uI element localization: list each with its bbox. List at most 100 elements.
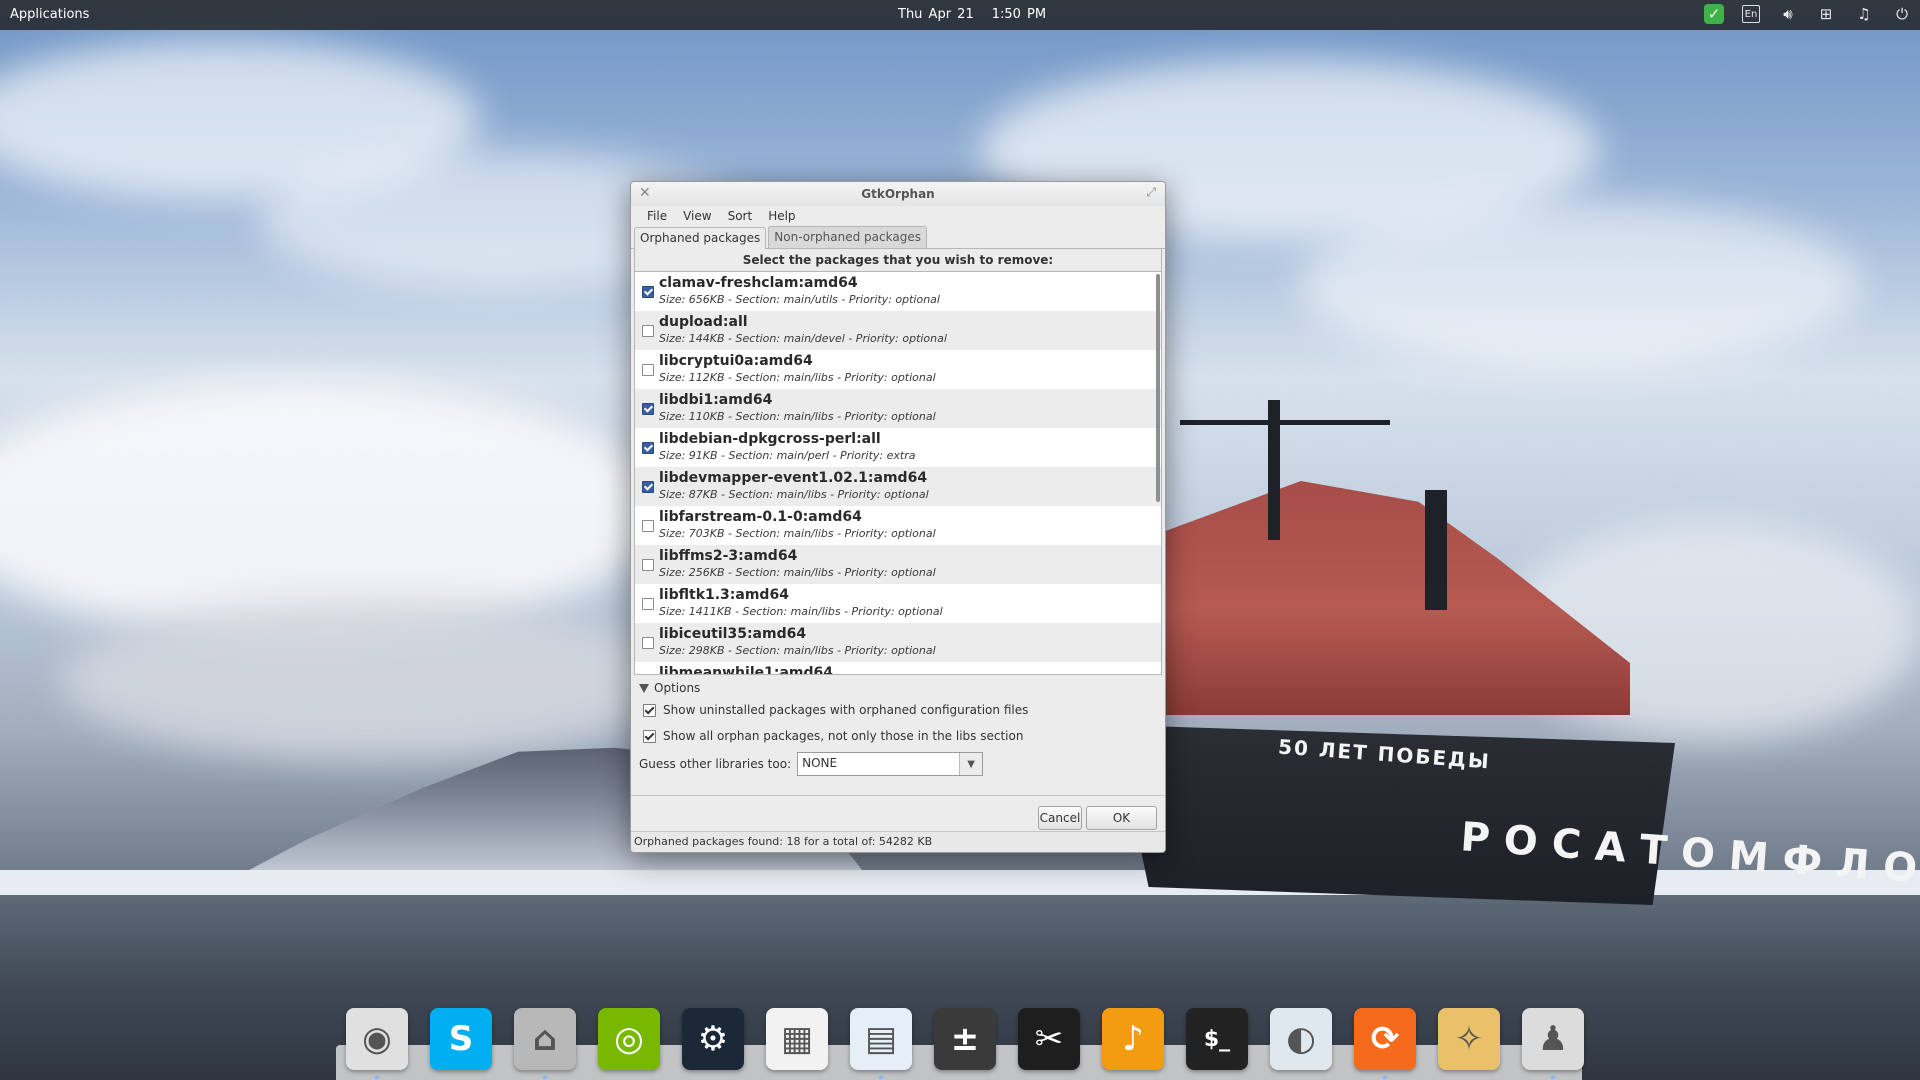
calculator-icon[interactable]: ± xyxy=(934,1008,996,1070)
package-checkbox[interactable] xyxy=(642,403,654,415)
show-all-orphans-checkbox[interactable]: Show all orphan packages, not only those… xyxy=(639,723,1157,749)
package-checkbox[interactable] xyxy=(642,325,654,337)
terminal-icon[interactable]: $_ xyxy=(1186,1008,1248,1070)
running-indicator xyxy=(1383,1076,1387,1079)
chevron-down-icon[interactable]: ▼ xyxy=(959,753,983,775)
table-row[interactable]: libdebian-dpkgcross-perl:all Size: 91KB -… xyxy=(635,428,1161,467)
package-checkbox[interactable] xyxy=(642,442,654,454)
panel-clock[interactable]: Thu Apr 21 1:50 PM xyxy=(898,7,1064,22)
running-indicator xyxy=(879,1076,883,1079)
cancel-button[interactable]: Cancel xyxy=(1038,806,1082,830)
package-list[interactable]: clamav-freshclam:amd64 Size: 656KB - Sect… xyxy=(635,272,1161,674)
table-row[interactable]: libffms2-3:amd64 Size: 256KB - Section: m… xyxy=(635,545,1161,584)
switchboard-icon[interactable]: ◐ xyxy=(1270,1008,1332,1070)
table-row[interactable]: dupload:all Size: 144KB - Section: main/d… xyxy=(635,311,1161,350)
package-name: libiceutil35:amd64 xyxy=(659,626,807,642)
screenshot-icon[interactable]: ✂ xyxy=(1018,1008,1080,1070)
image-viewer-icon[interactable]: ▤ xyxy=(850,1008,912,1070)
package-description: Size: 298KB - Section: main/libs - Prior… xyxy=(659,644,936,657)
panel-date: Thu Apr 21 xyxy=(898,7,974,22)
package-name: libffms2-3:amd64 xyxy=(659,548,798,564)
show-uninstalled-label: Show uninstalled packages with orphaned … xyxy=(663,703,1029,717)
package-checkbox[interactable] xyxy=(642,481,654,493)
package-description: Size: 656KB - Section: main/utils - Prio… xyxy=(659,293,940,306)
options-label: Options xyxy=(654,681,701,695)
package-name: clamav-freshclam:amd64 xyxy=(659,275,858,291)
ok-button[interactable]: OK xyxy=(1086,806,1157,830)
package-checkbox[interactable] xyxy=(642,559,654,571)
check-icon[interactable]: ✓ xyxy=(1704,4,1724,24)
music-icon[interactable]: ♪ xyxy=(1102,1008,1164,1070)
guess-libraries-dropdown[interactable]: NONE ▼ xyxy=(797,752,984,776)
menu-file[interactable]: File xyxy=(639,206,675,226)
steam-icon[interactable]: ⚙ xyxy=(682,1008,744,1070)
skype-icon[interactable]: S xyxy=(430,1008,492,1070)
panel-time: 1:50 PM xyxy=(991,7,1047,22)
system-tray: ✓ En 🔊︎ ⊞ ♫︎ ⏻︎ xyxy=(1704,4,1912,24)
status-bar: Orphaned packages found: 18 for a total … xyxy=(631,831,1165,852)
calendar-icon[interactable]: ▦ xyxy=(766,1008,828,1070)
dropdown-value: NONE xyxy=(802,756,838,770)
dock: ◉ S ⌂ ◎ ⚙ ▦ ▤ ± ✂ ♪ $_ ◐ ⟳ ✧ ♟ xyxy=(336,1000,1584,1080)
package-description: Size: 110KB - Section: main/libs - Prior… xyxy=(659,410,936,423)
list-scrollbar[interactable] xyxy=(1156,274,1160,502)
keyboard-layout-indicator[interactable]: En xyxy=(1742,5,1760,23)
show-uninstalled-checkbox[interactable]: Show uninstalled packages with orphaned … xyxy=(639,697,1157,723)
files-icon[interactable]: ⌂ xyxy=(514,1008,576,1070)
network-icon[interactable]: ⊞ xyxy=(1816,4,1836,24)
gtkorphan-window: ✕ GtkOrphan ⤢ File View Sort Help Orphan… xyxy=(630,181,1166,853)
table-row[interactable]: libcryptui0a:amd64 Size: 112KB - Section:… xyxy=(635,350,1161,389)
tab-orphaned-packages[interactable]: Orphaned packages xyxy=(634,227,767,249)
menu-view[interactable]: View xyxy=(675,206,719,226)
updater-icon[interactable]: ⟳ xyxy=(1354,1008,1416,1070)
cleaner-icon[interactable]: ✧ xyxy=(1438,1008,1500,1070)
package-name: libcryptui0a:amd64 xyxy=(659,353,813,369)
button-area: Cancel OK xyxy=(631,795,1165,830)
close-icon[interactable]: ✕ xyxy=(639,185,651,201)
package-checkbox[interactable] xyxy=(642,598,654,610)
top-panel: Applications Thu Apr 21 1:50 PM ✓ En 🔊︎ ⊞… xyxy=(0,0,1920,30)
show-all-label: Show all orphan packages, not only those… xyxy=(663,729,1024,743)
package-checkbox[interactable] xyxy=(642,364,654,376)
package-name: libfarstream-0.1-0:amd64 xyxy=(659,509,862,525)
table-row[interactable]: libdevmapper-event1.02.1:amd64 Size: 87KB… xyxy=(635,467,1161,506)
gtkorphan-icon[interactable]: ♟ xyxy=(1522,1008,1584,1070)
running-indicator xyxy=(543,1076,547,1079)
package-checkbox[interactable] xyxy=(642,637,654,649)
package-description: Size: 87KB - Section: main/libs - Priori… xyxy=(659,488,929,501)
checkbox[interactable] xyxy=(643,729,656,743)
applications-menu[interactable]: Applications xyxy=(10,7,89,22)
checkbox[interactable] xyxy=(643,703,656,717)
menu-sort[interactable]: Sort xyxy=(720,206,761,226)
guess-libraries-row: Guess other libraries too: NONE ▼ xyxy=(639,749,1157,779)
package-name: dupload:all xyxy=(659,314,748,330)
tab-non-orphaned-packages[interactable]: Non-orphaned packages xyxy=(768,226,927,248)
maximize-icon[interactable]: ⤢ xyxy=(1146,185,1156,200)
package-checkbox[interactable] xyxy=(642,286,654,298)
package-description: Size: 91KB - Section: main/perl - Priori… xyxy=(659,449,916,462)
table-row[interactable]: libfltk1.3:amd64 Size: 1411KB - Section: … xyxy=(635,584,1161,623)
table-row[interactable]: clamav-freshclam:amd64 Size: 656KB - Sect… xyxy=(635,272,1161,311)
power-icon[interactable]: ⏻︎ xyxy=(1892,4,1912,24)
running-indicator xyxy=(1551,1076,1555,1079)
nvidia-icon[interactable]: ◎ xyxy=(598,1008,660,1070)
table-row[interactable]: libmeanwhile1:amd64 xyxy=(635,662,1161,674)
list-header: Select the packages that you wish to rem… xyxy=(635,249,1161,272)
package-name: libdevmapper-event1.02.1:amd64 xyxy=(659,470,928,486)
running-indicator xyxy=(375,1076,379,1079)
guess-libraries-label: Guess other libraries too: xyxy=(639,757,792,771)
table-row[interactable]: libiceutil35:amd64 Size: 298KB - Section:… xyxy=(635,623,1161,662)
volume-icon[interactable]: 🔊︎ xyxy=(1778,4,1798,24)
chrome-icon[interactable]: ◉ xyxy=(346,1008,408,1070)
package-checkbox[interactable] xyxy=(642,520,654,532)
triangle-down-icon xyxy=(639,683,649,693)
options-expander[interactable]: Options xyxy=(639,679,1157,697)
package-name: libfltk1.3:amd64 xyxy=(659,587,789,603)
bell-icon[interactable]: ♫︎ xyxy=(1854,4,1874,24)
table-row[interactable]: libdbi1:amd64 Size: 110KB - Section: main… xyxy=(635,389,1161,428)
package-description: Size: 1411KB - Section: main/libs - Prio… xyxy=(659,605,943,618)
package-name: libmeanwhile1:amd64 xyxy=(659,665,833,674)
window-titlebar[interactable]: ✕ GtkOrphan ⤢ xyxy=(631,182,1165,206)
menu-help[interactable]: Help xyxy=(760,206,803,226)
table-row[interactable]: libfarstream-0.1-0:amd64 Size: 703KB - Se… xyxy=(635,506,1161,545)
